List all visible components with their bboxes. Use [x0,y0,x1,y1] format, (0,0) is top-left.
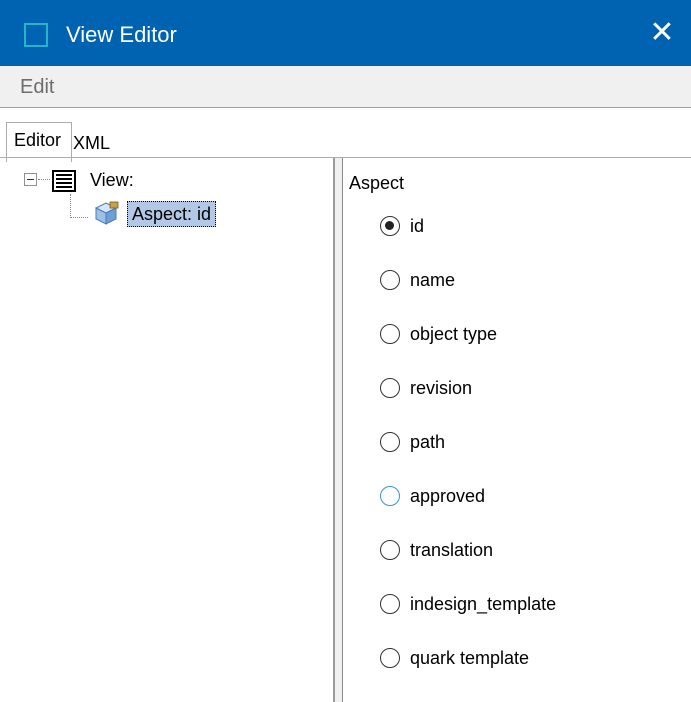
aspect-group-heading: Aspect [349,173,405,193]
radio-icon[interactable] [380,432,400,452]
radio-icon[interactable] [380,540,400,560]
tab-xml[interactable]: XML [73,126,110,160]
aspect-cube-icon [94,201,119,225]
radio-icon[interactable] [380,270,400,290]
radio-label: indesign_template [410,594,557,614]
radio-label: id [410,216,425,236]
menu-bar: Edit [0,66,691,108]
radio-icon[interactable] [380,594,400,614]
tree-node-view[interactable]: View: [90,169,134,191]
tree-connector [70,194,71,218]
tree-connector [38,179,50,180]
radio-label: object type [410,324,498,344]
tree-node-aspect-id[interactable]: Aspect: id [127,201,217,227]
title-bar: View Editor ✕ [0,0,691,66]
close-button[interactable]: ✕ [645,16,679,50]
radio-label: revision [410,378,473,398]
radio-label: path [410,432,446,452]
radio-label: quark template [410,648,530,668]
radio-label: approved [410,486,486,506]
tree-pane [0,158,335,702]
tab-editor[interactable]: Editor [6,122,72,162]
app-window-icon [24,23,48,47]
radio-icon[interactable] [380,648,400,668]
collapse-icon[interactable] [24,173,37,186]
menu-item-edit[interactable]: Edit [20,76,54,99]
tree-connector [70,217,88,218]
radio-icon[interactable] [380,486,400,506]
pane-splitter[interactable] [335,158,343,702]
tab-strip: Editor XML [0,108,691,162]
list-document-icon [52,170,76,192]
window-title: View Editor [66,22,177,47]
radio-icon[interactable] [380,324,400,344]
radio-label: name [410,270,456,290]
radio-checked-icon[interactable] [380,216,400,236]
radio-icon[interactable] [380,378,400,398]
radio-label: translation [410,540,494,560]
